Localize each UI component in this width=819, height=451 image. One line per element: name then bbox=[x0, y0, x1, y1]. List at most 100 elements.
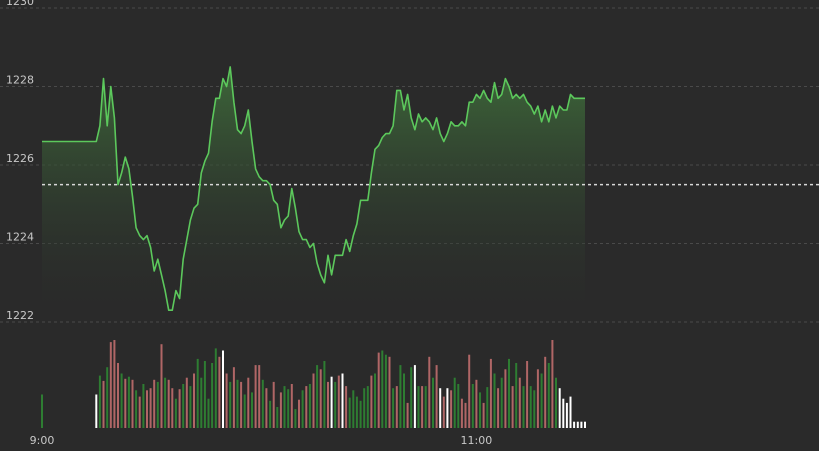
y-axis: 1230 1228 1226 1224 1222 bbox=[6, 0, 34, 322]
volume-bar bbox=[247, 377, 250, 428]
volume-bar bbox=[388, 356, 391, 428]
volume-bar bbox=[243, 394, 246, 428]
x-tick-label: 11:00 bbox=[461, 434, 493, 447]
volume-bar bbox=[403, 373, 405, 428]
x-tick-label: 9:00 bbox=[30, 434, 55, 447]
volume-bar bbox=[211, 363, 214, 428]
volume-bar bbox=[131, 379, 134, 428]
volume-bar bbox=[529, 386, 532, 428]
volume-bar bbox=[417, 386, 420, 428]
volume-bar bbox=[337, 375, 340, 428]
volume-bar bbox=[377, 352, 380, 428]
volume-bar bbox=[432, 377, 434, 428]
volume-bar bbox=[435, 365, 438, 428]
volume-bar bbox=[225, 373, 228, 428]
volume-bar bbox=[526, 361, 529, 428]
volume-bar bbox=[384, 354, 387, 428]
volume-bar bbox=[218, 356, 221, 428]
volume-bar bbox=[475, 379, 478, 428]
volume-bar bbox=[551, 340, 554, 428]
volume-bar bbox=[515, 363, 518, 428]
volume-bar bbox=[102, 380, 105, 428]
volume-bar bbox=[142, 384, 145, 428]
volume-bar bbox=[565, 402, 568, 428]
volume-bar bbox=[174, 398, 177, 428]
volume-bar bbox=[439, 388, 442, 428]
volume-bar bbox=[540, 373, 543, 428]
volume-bar bbox=[200, 377, 203, 428]
volume-bar bbox=[196, 358, 199, 428]
volume-bar bbox=[504, 369, 507, 428]
volume-bar bbox=[185, 377, 188, 428]
volume-bar bbox=[558, 388, 561, 428]
y-tick-label: 1230 bbox=[6, 0, 34, 8]
volume-bar bbox=[240, 381, 243, 428]
volume-bar bbox=[153, 379, 156, 428]
volume-bar bbox=[395, 386, 398, 428]
volume-bar bbox=[584, 421, 586, 428]
volume-bar bbox=[236, 379, 239, 428]
volume-bar bbox=[471, 384, 474, 428]
volume-bar bbox=[113, 340, 116, 428]
volume-bar bbox=[222, 350, 224, 428]
volume-bar bbox=[265, 388, 268, 428]
volume-bar bbox=[341, 373, 344, 428]
volume-bar bbox=[493, 373, 496, 428]
volume-bar bbox=[323, 361, 326, 428]
volume-bar bbox=[164, 377, 167, 428]
volume-bar bbox=[446, 388, 449, 428]
price-area bbox=[42, 66, 585, 311]
volume-bar bbox=[160, 344, 163, 428]
volume-bar bbox=[453, 377, 456, 428]
volume-bar bbox=[500, 377, 503, 428]
y-tick-label: 1224 bbox=[6, 231, 34, 244]
y-tick-label: 1228 bbox=[6, 74, 34, 87]
volume-bar bbox=[276, 407, 279, 428]
volume-bar bbox=[580, 421, 583, 428]
volume-bar bbox=[229, 381, 232, 428]
volume-bar bbox=[203, 361, 206, 428]
volume-bar bbox=[497, 388, 500, 428]
volume-bar bbox=[283, 386, 286, 428]
price-volume-chart: 1230 1228 1226 1224 1222 9:00 11:00 bbox=[0, 0, 819, 447]
volume-bar bbox=[146, 390, 148, 428]
volume-bar bbox=[511, 386, 514, 428]
volume-bar bbox=[334, 381, 337, 428]
volume-bar bbox=[533, 390, 536, 428]
volume-bar bbox=[562, 398, 565, 428]
volume-bar bbox=[207, 398, 210, 428]
volume-bar bbox=[138, 396, 141, 428]
price-area-fill bbox=[42, 66, 585, 311]
volume-bar bbox=[399, 365, 402, 428]
volume-bar bbox=[464, 402, 467, 428]
volume-bar bbox=[576, 421, 579, 428]
volume-bar bbox=[359, 400, 362, 428]
volume-bar bbox=[189, 386, 192, 428]
volume-bar bbox=[536, 369, 539, 428]
volume-bar bbox=[279, 392, 282, 428]
volume-bar bbox=[544, 356, 547, 428]
volume-bar bbox=[374, 373, 376, 428]
volume-bar bbox=[406, 402, 409, 428]
volume-bar bbox=[258, 365, 261, 428]
volume-bar bbox=[363, 388, 366, 428]
volume-bar bbox=[124, 378, 127, 428]
volume-bar bbox=[156, 381, 159, 428]
volume-bar bbox=[272, 381, 275, 428]
volume-bar bbox=[287, 389, 290, 428]
volume-bar bbox=[555, 377, 557, 428]
volume-bar bbox=[269, 400, 272, 428]
volume-bar bbox=[312, 373, 315, 428]
volume-bar bbox=[178, 389, 181, 428]
volume-bar bbox=[352, 390, 355, 428]
volume-bar bbox=[232, 367, 235, 428]
volume-bar bbox=[345, 386, 348, 428]
volume-bar bbox=[308, 384, 311, 428]
volume-bar bbox=[424, 386, 427, 428]
volume-bar bbox=[479, 392, 481, 428]
volume-bar bbox=[149, 388, 152, 428]
y-tick-label: 1226 bbox=[6, 152, 34, 165]
volume-bar bbox=[413, 365, 416, 428]
volume-bar bbox=[486, 387, 489, 428]
volume-bar bbox=[305, 386, 308, 428]
